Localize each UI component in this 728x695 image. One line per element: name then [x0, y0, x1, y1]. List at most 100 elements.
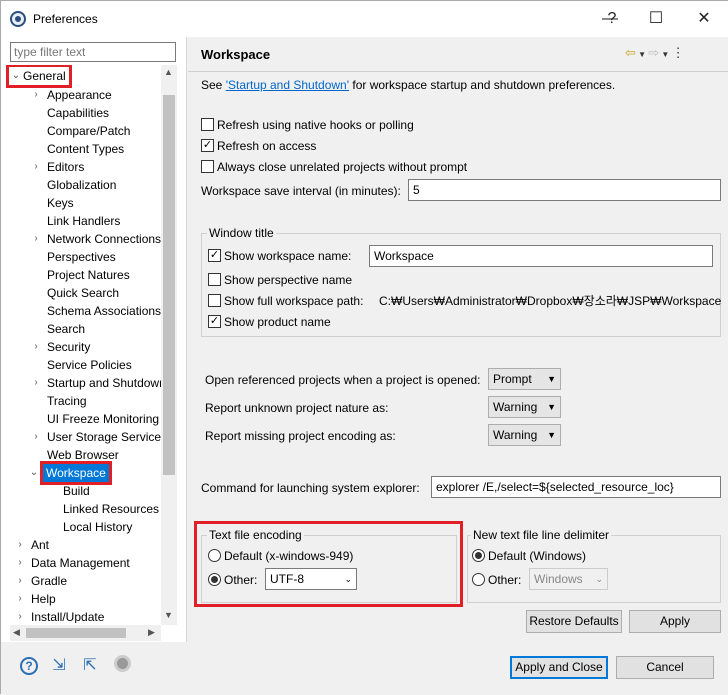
- chevron-right-icon[interactable]: ›: [15, 590, 25, 608]
- tree-item[interactable]: Service Policies: [31, 356, 132, 374]
- chevron-right-icon[interactable]: ›: [31, 86, 41, 104]
- tree-item[interactable]: Project Natures: [31, 266, 130, 284]
- tree-item-workspace[interactable]: ⌄ Workspace: [30, 461, 112, 485]
- chevron-right-icon[interactable]: ›: [15, 536, 25, 554]
- show-full-path-checkbox[interactable]: [208, 294, 221, 307]
- back-menu-icon[interactable]: ▼: [636, 50, 648, 59]
- open-ref-select[interactable]: Prompt ▼: [488, 368, 561, 390]
- apply-and-close-button[interactable]: Apply and Close: [510, 656, 608, 679]
- tree-item[interactable]: Perspectives: [31, 248, 116, 266]
- tree-item[interactable]: Globalization: [31, 176, 116, 194]
- tree-item[interactable]: › Editors: [31, 158, 84, 176]
- show-perspective-label: Show perspective name: [224, 273, 353, 287]
- full-path-value: C:₩Users₩Administrator₩Dropbox₩장소라₩JSP₩W…: [379, 294, 722, 308]
- tree-label: Security: [47, 340, 91, 354]
- restore-defaults-button[interactable]: Restore Defaults: [526, 610, 622, 633]
- tree-item[interactable]: UI Freeze Monitoring: [31, 410, 159, 428]
- close-button[interactable]: ✕: [681, 1, 727, 37]
- save-interval-input[interactable]: 5: [408, 179, 721, 201]
- cancel-button[interactable]: Cancel: [616, 656, 714, 679]
- show-ws-name-checkbox[interactable]: ✓: [208, 249, 221, 262]
- tree-item[interactable]: › Ant: [15, 536, 49, 554]
- oomph-icon[interactable]: [111, 655, 133, 677]
- tree-item-general[interactable]: ⌄ General: [6, 65, 72, 88]
- tree-item[interactable]: Schema Associations: [31, 302, 161, 320]
- minimize-button[interactable]: —: [587, 1, 633, 37]
- report-encoding-value: Warning: [493, 428, 538, 442]
- tree-item[interactable]: › Gradle: [15, 572, 67, 590]
- refresh-native-checkbox[interactable]: [201, 118, 214, 131]
- chevron-right-icon[interactable]: ›: [31, 158, 41, 176]
- ws-name-input[interactable]: Workspace: [369, 245, 713, 267]
- delimiter-select[interactable]: Windows ⌄: [529, 568, 608, 590]
- forward-icon[interactable]: ⇨: [648, 45, 659, 60]
- tree-item[interactable]: › User Storage Service: [31, 428, 161, 446]
- delimiter-default-radio[interactable]: [472, 549, 485, 562]
- delimiter-other-radio[interactable]: [472, 573, 485, 586]
- cmd-input[interactable]: explorer /E,/select=${selected_resource_…: [431, 476, 721, 498]
- forward-menu-icon[interactable]: ▼: [659, 50, 671, 59]
- tree-horizontal-scrollbar[interactable]: ◀ ▶: [10, 625, 161, 641]
- chevron-right-icon[interactable]: ›: [31, 428, 41, 446]
- tree-item[interactable]: › Startup and Shutdown: [31, 374, 161, 392]
- tree-label: Install/Update: [31, 610, 105, 623]
- tree-label: Perspectives: [47, 250, 116, 264]
- tree-vertical-scrollbar[interactable]: ▲ ▼: [161, 65, 177, 625]
- tree-item[interactable]: Compare/Patch: [31, 122, 130, 140]
- tree-item-build[interactable]: Build: [63, 482, 90, 500]
- tree-item[interactable]: Keys: [31, 194, 74, 212]
- tree-label: Gradle: [31, 574, 68, 588]
- intro-suffix: for workspace startup and shutdown prefe…: [349, 78, 616, 92]
- tree-label: Help: [31, 592, 56, 606]
- chevron-right-icon[interactable]: ›: [15, 572, 25, 590]
- view-menu-icon[interactable]: ⋮: [672, 45, 685, 60]
- refresh-native-label: Refresh using native hooks or polling: [217, 118, 414, 132]
- tree-item[interactable]: Link Handlers: [31, 212, 120, 230]
- chevron-right-icon[interactable]: ›: [15, 554, 25, 572]
- tree-item[interactable]: Capabilities: [31, 104, 109, 122]
- tree-item[interactable]: › Security: [31, 338, 90, 356]
- refresh-access-checkbox[interactable]: ✓: [201, 139, 214, 152]
- tree-item[interactable]: Web Browser: [31, 446, 119, 464]
- tree-item[interactable]: › Network Connections: [31, 230, 161, 248]
- tree-item[interactable]: Search: [31, 320, 85, 338]
- apply-button[interactable]: Apply: [629, 610, 721, 633]
- import-icon[interactable]: ⇲: [48, 655, 70, 677]
- tree-label: Keys: [47, 196, 74, 210]
- always-close-checkbox[interactable]: [201, 160, 214, 173]
- report-encoding-select[interactable]: Warning ▼: [488, 424, 561, 446]
- tree-item[interactable]: › Appearance: [31, 86, 111, 104]
- tree-item-linked-resources[interactable]: Linked Resources: [63, 500, 159, 518]
- tree-item[interactable]: › Data Management: [15, 554, 129, 572]
- filter-input[interactable]: type filter text: [10, 42, 176, 62]
- back-icon[interactable]: ⇦: [625, 45, 636, 60]
- chevron-down-icon: ▼: [547, 374, 556, 384]
- tree-item[interactable]: Quick Search: [31, 284, 119, 302]
- tree-label: General: [23, 69, 66, 83]
- preferences-window: Preferences ? — — ☐ ✕ type filter text ⌄…: [0, 0, 728, 695]
- help-icon[interactable]: ?: [18, 655, 40, 677]
- scroll-thumb[interactable]: [26, 628, 126, 638]
- export-icon[interactable]: ⇱: [79, 655, 101, 677]
- chevron-right-icon[interactable]: ›: [31, 374, 41, 392]
- tree-item[interactable]: › Help: [15, 590, 56, 608]
- chevron-down-icon: ▼: [547, 402, 556, 412]
- show-ws-name-label: Show workspace name:: [224, 249, 352, 263]
- report-nature-select[interactable]: Warning ▼: [488, 396, 561, 418]
- show-product-checkbox[interactable]: ✓: [208, 315, 221, 328]
- scroll-thumb[interactable]: [163, 95, 175, 475]
- report-nature-value: Warning: [493, 400, 538, 414]
- header-separator: [188, 71, 728, 72]
- startup-shutdown-link[interactable]: 'Startup and Shutdown': [226, 78, 349, 92]
- chevron-right-icon[interactable]: ›: [31, 338, 41, 356]
- show-perspective-checkbox[interactable]: [208, 273, 221, 286]
- chevron-right-icon[interactable]: ›: [31, 230, 41, 248]
- tree-item-local-history[interactable]: Local History: [63, 518, 132, 536]
- tree-item[interactable]: Content Types: [31, 140, 124, 158]
- tree-item[interactable]: › Install/Update: [15, 608, 104, 623]
- maximize-button[interactable]: ☐: [633, 1, 679, 37]
- tree-item[interactable]: Tracing: [31, 392, 87, 410]
- refresh-access-label: Refresh on access: [217, 139, 317, 153]
- chevron-right-icon[interactable]: ›: [15, 608, 25, 623]
- window-title: Preferences: [33, 12, 98, 26]
